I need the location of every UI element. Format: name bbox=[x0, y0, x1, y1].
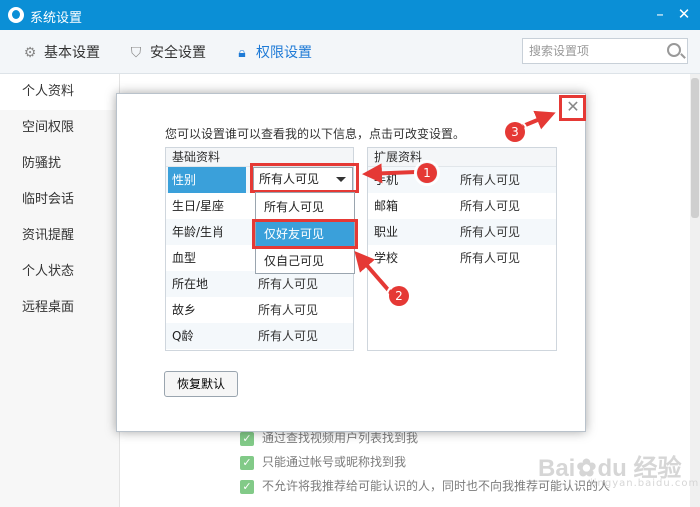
panel-header: 扩展资料 bbox=[368, 148, 556, 167]
extended-row-email[interactable]: 邮箱 所有人可见 bbox=[368, 193, 556, 219]
tab-security-settings[interactable]: ⛉ 安全设置 bbox=[128, 42, 206, 62]
tab-basic-settings[interactable]: ⚙ 基本设置 bbox=[22, 42, 100, 62]
callout-number: 2 bbox=[386, 283, 412, 309]
option-only-me[interactable]: 仅自己可见 bbox=[256, 248, 354, 274]
row-name: 故乡 bbox=[172, 303, 197, 317]
search-box bbox=[522, 38, 688, 64]
row-value: 所有人可见 bbox=[258, 303, 319, 317]
title-bar: 系统设置 – ✕ bbox=[0, 0, 700, 30]
close-highlight-box bbox=[559, 95, 586, 121]
tab-label: 安全设置 bbox=[150, 45, 206, 61]
scrollbar-thumb[interactable] bbox=[691, 78, 699, 218]
option-highlight-box bbox=[252, 219, 358, 249]
basic-row-q-age[interactable]: Q龄 所有人可见 bbox=[166, 323, 353, 349]
row-value: 所有人可见 bbox=[258, 329, 319, 343]
callout-number: 1 bbox=[414, 160, 440, 186]
tab-permission-settings[interactable]: 🔒︎ 权限设置 bbox=[234, 42, 312, 62]
search-input[interactable] bbox=[523, 39, 653, 63]
row-name: Q龄 bbox=[172, 329, 194, 343]
basic-row-hometown[interactable]: 故乡 所有人可见 bbox=[166, 297, 353, 323]
tab-label: 基本设置 bbox=[44, 45, 100, 61]
row-value: 所有人可见 bbox=[460, 225, 521, 239]
sidebar-item-space-permission[interactable]: 空间权限 bbox=[0, 110, 119, 146]
row-name: 手机 bbox=[374, 173, 399, 187]
dialog-intro: 您可以设置谁可以查看我的以下信息，点击可改变设置。 bbox=[165, 127, 466, 141]
settings-tabs: ⚙ 基本设置 ⛉ 安全设置 🔒︎ 权限设置 bbox=[0, 30, 700, 74]
row-value: 所有人可见 bbox=[460, 251, 521, 265]
sidebar-item-profile[interactable]: 个人资料 bbox=[0, 74, 119, 110]
watermark-url: jingyan.baidu.com bbox=[590, 478, 700, 489]
baidu-jingyan-watermark: Bai✿du 经验 jingyan.baidu.com bbox=[538, 448, 698, 494]
sidebar-item-remote-desktop[interactable]: 远程桌面 bbox=[0, 290, 119, 326]
extended-row-phone[interactable]: 手机 所有人可见 bbox=[368, 167, 556, 193]
row-value: 所有人可见 bbox=[460, 199, 521, 213]
search-icon[interactable] bbox=[667, 43, 681, 57]
row-value: 所有人可见 bbox=[460, 173, 521, 187]
gear-icon: ⚙ bbox=[23, 45, 37, 61]
dropdown-highlight-box bbox=[250, 163, 359, 193]
scrollbar[interactable] bbox=[690, 74, 700, 507]
sidebar-item-news-alerts[interactable]: 资讯提醒 bbox=[0, 218, 119, 254]
minimize-button[interactable]: – bbox=[652, 6, 668, 22]
lock-icon: 🔒︎ bbox=[238, 45, 246, 61]
extended-info-panel: 扩展资料 手机 所有人可见 邮箱 所有人可见 职业 所有人可见 学校 所有人可见 bbox=[367, 147, 557, 351]
row-name: 年龄/生肖 bbox=[172, 225, 225, 239]
callout-number: 3 bbox=[502, 119, 528, 145]
qq-logo-icon bbox=[8, 7, 24, 23]
row-name: 性别 bbox=[168, 167, 246, 193]
basic-row-location[interactable]: 所在地 所有人可见 bbox=[166, 271, 353, 297]
option-everyone[interactable]: 所有人可见 bbox=[256, 194, 354, 220]
row-name: 血型 bbox=[172, 251, 197, 265]
sidebar-item-anti-harassment[interactable]: 防骚扰 bbox=[0, 146, 119, 182]
restore-defaults-button[interactable]: 恢复默认 bbox=[164, 371, 238, 397]
row-name: 生日/星座 bbox=[172, 199, 225, 213]
row-name: 邮箱 bbox=[374, 199, 399, 213]
extended-row-school[interactable]: 学校 所有人可见 bbox=[368, 245, 556, 271]
row-name: 职业 bbox=[374, 225, 399, 239]
extended-row-occupation[interactable]: 职业 所有人可见 bbox=[368, 219, 556, 245]
row-value: 所有人可见 bbox=[258, 277, 319, 291]
sidebar-item-personal-status[interactable]: 个人状态 bbox=[0, 254, 119, 290]
sidebar: 个人资料 空间权限 防骚扰 临时会话 资讯提醒 个人状态 远程桌面 bbox=[0, 74, 120, 507]
tab-label: 权限设置 bbox=[256, 45, 312, 61]
close-window-button[interactable]: ✕ bbox=[676, 6, 692, 22]
row-name: 所在地 bbox=[172, 277, 209, 291]
window-title: 系统设置 bbox=[30, 11, 83, 26]
row-name: 学校 bbox=[374, 251, 399, 265]
shield-icon: ⛉ bbox=[130, 45, 142, 61]
sidebar-item-temp-session[interactable]: 临时会话 bbox=[0, 182, 119, 218]
